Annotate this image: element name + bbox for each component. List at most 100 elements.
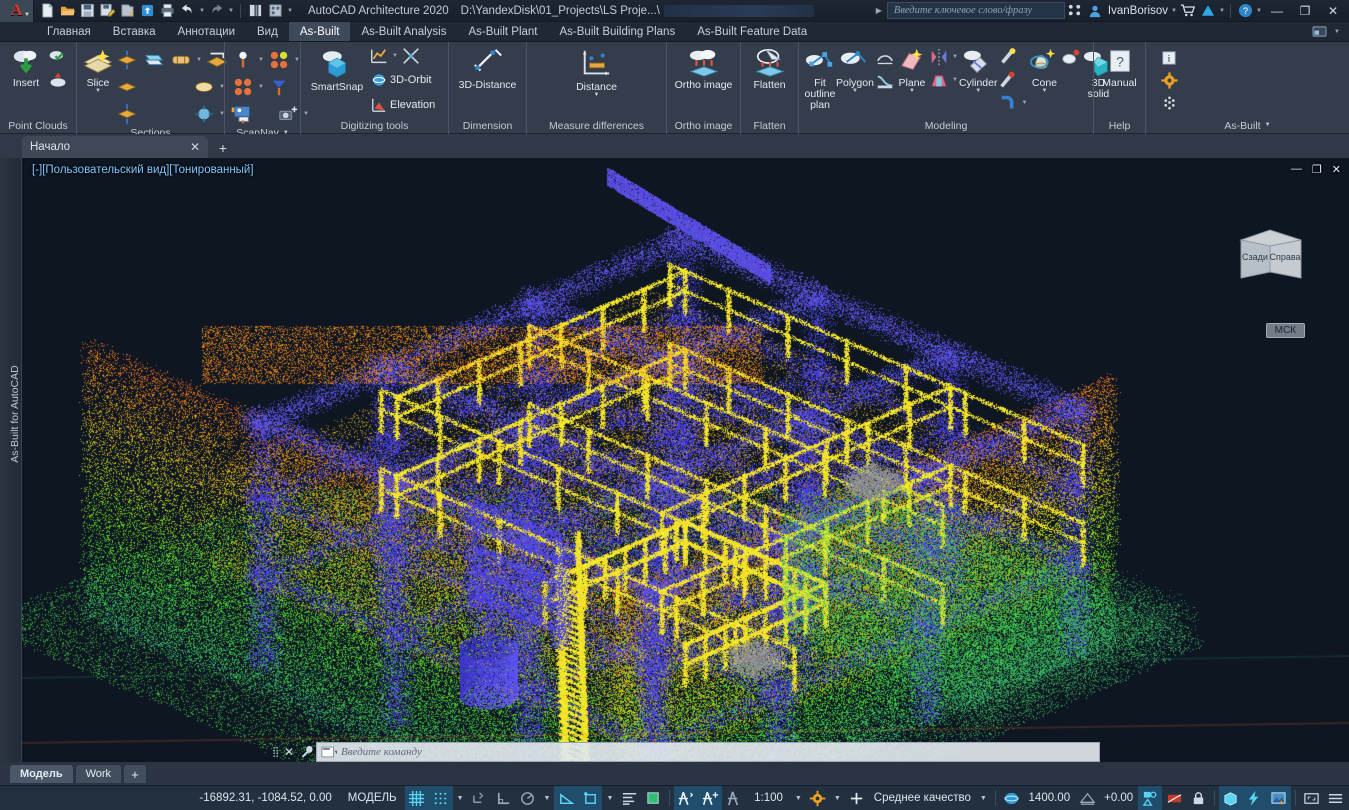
as-built-side-panel[interactable]: As-Built for AutoCAD [0,158,22,762]
snap-mode-button[interactable] [428,785,453,810]
tab-as-built-feature-data[interactable]: As-Built Feature Data [686,22,818,41]
cone-button[interactable]: Cone ▼ [1028,45,1060,94]
point-cloud-density-icon[interactable] [1000,786,1024,810]
help-icon[interactable]: ? [1235,1,1255,21]
info-icon[interactable]: i [1158,47,1180,69]
chevron-down-icon[interactable]: ▼ [1170,8,1178,14]
layer-properties-icon[interactable] [246,1,265,20]
close-window-button[interactable]: ✕ [1319,0,1347,22]
close-icon[interactable]: ✕ [280,743,298,761]
undo-icon[interactable] [178,1,197,20]
customization-button[interactable] [1324,786,1348,810]
layout-tab-model[interactable]: Модель [10,765,73,783]
chevron-down-icon[interactable]: ▼ [852,88,858,94]
save-icon[interactable] [78,1,97,20]
elevation-button[interactable]: Elevation [368,93,438,117]
tab-home[interactable]: Главная [36,22,102,41]
username-label[interactable]: IvanBorisov [1108,5,1168,17]
profile-icon[interactable] [874,70,896,92]
hardware-accel-button[interactable] [1162,786,1186,810]
viewport-label[interactable]: [-][Пользовательский вид][Тонированный] [32,164,254,176]
plane-button[interactable]: Plane ▼ [896,45,928,94]
section-vertical-icon[interactable] [141,47,167,73]
search-input[interactable]: Введите ключевое слово/фразу [886,2,1065,19]
open-file-icon[interactable] [58,1,77,20]
layout-tab-work[interactable]: Work [75,765,122,783]
scan-point-icon[interactable] [230,47,256,73]
chevron-down-icon[interactable]: ▼ [1255,8,1263,14]
torus-icon[interactable] [1060,47,1082,69]
quality-label[interactable]: Среднее качество [869,792,976,804]
section-clip-icon[interactable] [191,101,217,127]
chevron-down-icon[interactable]: ▼ [602,795,617,802]
graphics-perf-button[interactable] [1242,785,1267,810]
section-settings-icon[interactable] [114,101,140,127]
minimize-window-button[interactable]: — [1263,0,1291,22]
point-count-value[interactable]: 1400.00 [1024,792,1076,804]
account-icon[interactable] [1085,1,1105,21]
chevron-down-icon[interactable]: ▼ [975,88,981,94]
viewcube[interactable]: Сзади Справа [1237,228,1307,294]
save-as-icon[interactable] [98,1,117,20]
close-icon[interactable]: ✕ [190,140,200,154]
tab-as-built[interactable]: As-Built [288,22,351,41]
model-viewport[interactable]: [-][Пользовательский вид][Тонированный] … [22,158,1349,762]
isolate-objects-button[interactable] [1138,785,1163,810]
chevron-down-icon[interactable]: ▼ [951,77,959,83]
maximize-window-button[interactable]: ❐ [1291,0,1319,22]
chevron-down-icon[interactable]: ▼ [257,57,265,63]
redo-icon[interactable] [207,1,226,20]
workspace-switch-button[interactable] [1218,785,1243,810]
command-input[interactable]: Введите команду [316,742,1100,762]
isolate-layer-button[interactable] [1266,785,1291,810]
isometric-drafting-button[interactable] [554,785,579,810]
mirror-plane-icon[interactable] [928,46,950,68]
chevron-down-icon[interactable]: ▼ [195,57,203,63]
print-icon[interactable] [158,1,177,20]
point-cloud-render[interactable] [22,158,1349,762]
chevron-down-icon[interactable]: ▼ [909,88,915,94]
polar-tracking-button[interactable] [516,786,540,810]
section-horizontal-icon[interactable] [114,47,140,73]
tab-as-built-building-plans[interactable]: As-Built Building Plans [549,22,687,41]
scan-cluster-icon[interactable] [230,74,256,100]
chevron-down-icon[interactable]: ▼ [594,92,600,98]
lock-ui-button[interactable] [1186,786,1210,810]
annotation-monitor-button[interactable] [722,786,746,810]
clean-screen-button[interactable] [1300,786,1324,810]
point-cloud-insert-button[interactable]: Insert [5,45,47,89]
drag-handle-icon[interactable]: ⣿ [272,747,280,758]
chevron-down-icon[interactable]: ▼ [1041,88,1047,94]
chevron-right-icon[interactable]: ▶ [876,6,882,15]
chevron-down-icon[interactable]: ▼ [391,53,399,59]
pipe-icon[interactable] [997,46,1019,68]
fit-outline-plan-button[interactable]: Fit outline plan [804,45,836,111]
polygon-button[interactable]: Polygon ▼ [836,45,874,94]
grid-display-button[interactable] [404,785,429,810]
annotation-visibility-button[interactable] [674,785,699,810]
nozzle-icon[interactable] [997,69,1019,91]
elbow-icon[interactable] [997,92,1019,114]
smartsnap-button[interactable]: SmartSnap [306,45,368,93]
scan-camera-icon[interactable] [275,101,301,127]
autodesk-icon[interactable] [1198,1,1218,21]
cart-icon[interactable] [1178,1,1198,21]
autoscale-button[interactable] [698,785,723,810]
close-viewport-button[interactable]: ✕ [1332,163,1341,176]
tab-insert[interactable]: Вставка [102,22,167,41]
chevron-down-icon[interactable]: ▼ [830,795,845,802]
tab-as-built-analysis[interactable]: As-Built Analysis [350,22,457,41]
chevron-down-icon[interactable]: ▼ [257,84,265,90]
ribbon-display-options-icon[interactable] [1308,21,1330,43]
elevation-value[interactable]: +0.00 [1099,792,1138,804]
wall-plane-icon[interactable] [928,69,950,91]
ucs-selector[interactable]: МСК [1265,323,1305,338]
flatten-button[interactable]: Flatten [746,45,793,91]
distance-3d-button[interactable]: 3D-Distance [454,45,521,91]
chevron-down-icon[interactable]: ▼ [1020,100,1028,106]
share-view-icon[interactable] [1065,1,1085,21]
chevron-down-icon[interactable]: ▼ [1265,122,1271,128]
minimize-viewport-button[interactable]: — [1291,163,1302,176]
model-space-label[interactable]: МОДЕЛЬ [340,792,405,804]
slice-button[interactable]: Slice ▼ [82,45,114,94]
